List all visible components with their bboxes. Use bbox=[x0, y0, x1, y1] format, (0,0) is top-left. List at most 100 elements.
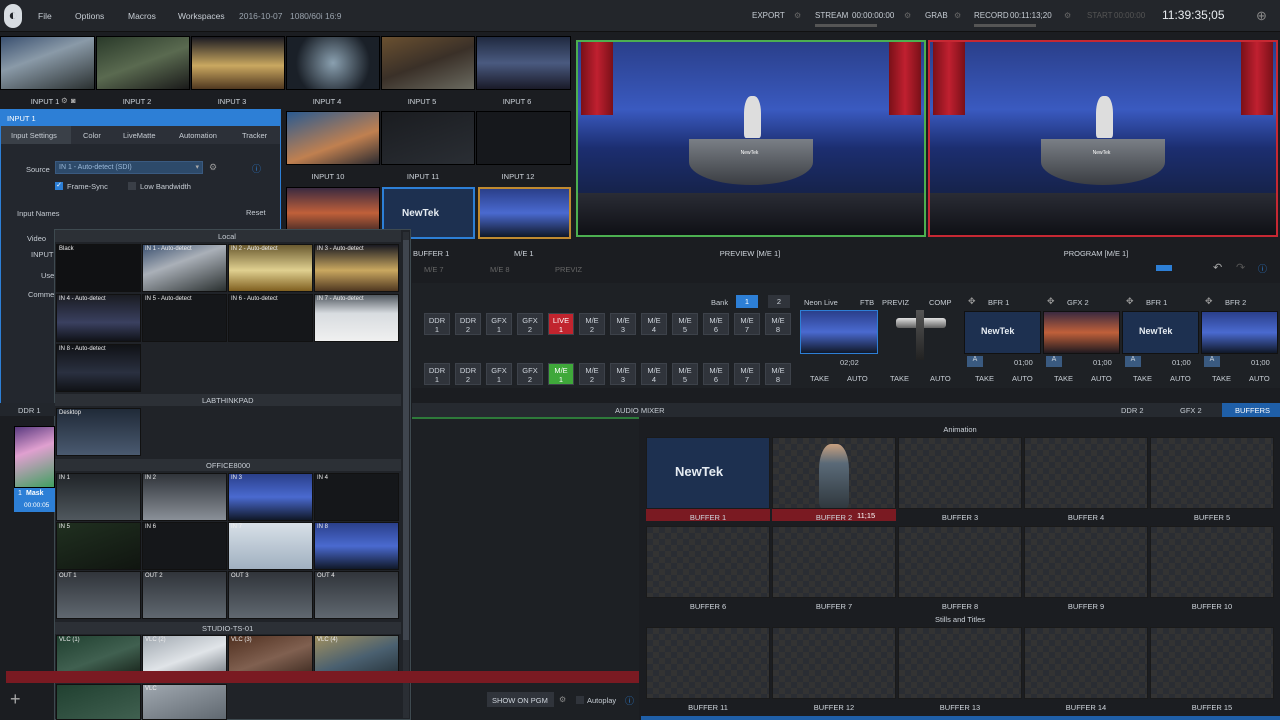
row2-button-1[interactable]: DDR 1 bbox=[424, 363, 450, 385]
tab-ddr2[interactable]: DDR 2 bbox=[1121, 406, 1144, 415]
buffer-1[interactable]: NewTek BUFFER 1 bbox=[646, 437, 770, 523]
dsk-auto-button[interactable]: AUTO bbox=[1249, 374, 1270, 383]
source-select[interactable]: IN 1 - Auto-detect (SDI) ▾ bbox=[55, 161, 203, 174]
export-gear-icon[interactable]: ⚙ bbox=[794, 11, 801, 20]
tab-input-settings[interactable]: Input Settings bbox=[11, 131, 57, 140]
show-on-pgm-button[interactable]: SHOW ON PGM bbox=[487, 692, 554, 707]
row1-button-6[interactable]: M/E 2 bbox=[579, 313, 605, 335]
input-11-label[interactable]: INPUT 11 bbox=[398, 172, 448, 181]
buffer-6[interactable]: BUFFER 6 bbox=[646, 526, 770, 612]
dsk-a-badge[interactable]: A bbox=[1046, 356, 1062, 367]
autoplay-info-icon[interactable]: ⓘ bbox=[625, 694, 634, 707]
comp-label[interactable]: COMP bbox=[929, 298, 952, 307]
source-office-in3[interactable]: IN 3 bbox=[228, 473, 313, 521]
undo-icon[interactable]: ↶ bbox=[1213, 261, 1222, 274]
input-10-thumb[interactable] bbox=[286, 111, 380, 165]
input-4-label[interactable]: INPUT 4 bbox=[303, 97, 351, 106]
dsk-label[interactable]: BFR 2 bbox=[1225, 298, 1246, 307]
grab-gear-icon[interactable]: ⚙ bbox=[954, 11, 961, 20]
menu-file[interactable]: File bbox=[38, 11, 52, 21]
low-bandwidth-checkbox[interactable] bbox=[128, 182, 136, 190]
dsk-auto-button[interactable]: AUTO bbox=[1091, 374, 1112, 383]
source-office-in7[interactable]: IN 7 bbox=[228, 522, 313, 570]
me-tab-8[interactable]: M/E 8 bbox=[490, 265, 510, 274]
me-tab-7[interactable]: M/E 7 bbox=[424, 265, 444, 274]
start-button[interactable]: START bbox=[1087, 11, 1112, 20]
input-5-thumb[interactable] bbox=[381, 36, 475, 90]
dsk-a-badge[interactable]: A bbox=[1125, 356, 1141, 367]
row2-button-7[interactable]: M/E 3 bbox=[610, 363, 636, 385]
input-3-thumb[interactable] bbox=[191, 36, 285, 90]
menu-workspaces[interactable]: Workspaces bbox=[178, 11, 225, 21]
row1-button-10[interactable]: M/E 6 bbox=[703, 313, 729, 335]
info-icon[interactable]: ⓘ bbox=[1258, 262, 1267, 275]
source-office-in2[interactable]: IN 2 bbox=[142, 473, 227, 521]
dsk-take-button[interactable]: TAKE bbox=[1054, 374, 1073, 383]
row1-button-9[interactable]: M/E 5 bbox=[672, 313, 698, 335]
frame-sync-checkbox[interactable]: ✓ bbox=[55, 182, 63, 190]
source-info-icon[interactable]: ⓘ bbox=[252, 162, 261, 175]
tricaster-logo-icon[interactable]: ◐ bbox=[4, 4, 22, 28]
browser-scrollbar[interactable] bbox=[403, 232, 409, 718]
buffer-13[interactable]: BUFFER 13 bbox=[898, 627, 1022, 713]
me-tab-previz[interactable]: PREVIZ bbox=[555, 265, 582, 274]
buffer-9[interactable]: BUFFER 9 bbox=[1024, 526, 1148, 612]
row2-button-4[interactable]: GFX 2 bbox=[517, 363, 543, 385]
dsk-thumb[interactable] bbox=[1201, 311, 1278, 354]
input-2-label[interactable]: INPUT 2 bbox=[113, 97, 161, 106]
dsk-label[interactable]: BFR 1 bbox=[988, 298, 1009, 307]
source-in2[interactable]: IN 2 - Auto-detect bbox=[228, 244, 313, 292]
source-office-out1[interactable]: OUT 1 bbox=[56, 571, 141, 619]
dsk-thumb[interactable]: NewTek bbox=[1122, 311, 1199, 354]
row1-button-12[interactable]: M/E 8 bbox=[765, 313, 791, 335]
row1-button-8[interactable]: M/E 4 bbox=[641, 313, 667, 335]
buffer-12[interactable]: BUFFER 12 bbox=[772, 627, 896, 713]
dsk-label[interactable]: BFR 1 bbox=[1146, 298, 1167, 307]
reset-button[interactable]: Reset bbox=[246, 208, 266, 217]
source-in7[interactable]: IN 7 - Auto-detect bbox=[314, 294, 399, 342]
dsk-take-button[interactable]: TAKE bbox=[1212, 374, 1231, 383]
move-icon[interactable]: ✥ bbox=[1126, 296, 1134, 307]
ddr1-tab[interactable]: DDR 1 bbox=[0, 403, 55, 416]
input-6-label[interactable]: INPUT 6 bbox=[493, 97, 541, 106]
record-button[interactable]: RECORD bbox=[974, 11, 1009, 20]
source-in3[interactable]: IN 3 - Auto-detect bbox=[314, 244, 399, 292]
stream-gear-icon[interactable]: ⚙ bbox=[904, 11, 911, 20]
neon-auto-button[interactable]: AUTO bbox=[847, 374, 868, 383]
buffer-8[interactable]: BUFFER 8 bbox=[898, 526, 1022, 612]
row1-button-3[interactable]: GFX 1 bbox=[486, 313, 512, 335]
buffer-3[interactable]: BUFFER 3 bbox=[898, 437, 1022, 523]
buffer-10[interactable]: BUFFER 10 bbox=[1150, 526, 1274, 612]
row2-button-12[interactable]: M/E 8 bbox=[765, 363, 791, 385]
source-black[interactable]: Black bbox=[56, 244, 141, 292]
bank-2-button[interactable]: 2 bbox=[768, 295, 790, 308]
row1-button-4[interactable]: GFX 2 bbox=[517, 313, 543, 335]
row1-button-1[interactable]: DDR 1 bbox=[424, 313, 450, 335]
source-in1[interactable]: IN 1 - Auto-detect bbox=[142, 244, 227, 292]
input-5-label[interactable]: INPUT 5 bbox=[398, 97, 446, 106]
neon-live-thumb[interactable] bbox=[800, 310, 878, 354]
input-panel-titlebar[interactable]: INPUT 1 bbox=[1, 110, 280, 126]
row1-button-7[interactable]: M/E 3 bbox=[610, 313, 636, 335]
source-office-in5[interactable]: IN 5 bbox=[56, 522, 141, 570]
buffer-5[interactable]: BUFFER 5 bbox=[1150, 437, 1274, 523]
source-office-in8[interactable]: IN 8 bbox=[314, 522, 399, 570]
source-office-out4[interactable]: OUT 4 bbox=[314, 571, 399, 619]
tab-automation[interactable]: Automation bbox=[179, 131, 217, 140]
source-office-in4[interactable]: IN 4 bbox=[314, 473, 399, 521]
dsk-auto-button[interactable]: AUTO bbox=[1170, 374, 1191, 383]
source-vlc5[interactable] bbox=[56, 684, 141, 720]
ab-indicator[interactable] bbox=[1156, 265, 1172, 271]
autoplay-checkbox[interactable] bbox=[576, 696, 584, 704]
menu-macros[interactable]: Macros bbox=[128, 11, 156, 21]
source-office-out2[interactable]: OUT 2 bbox=[142, 571, 227, 619]
dsk-a-badge[interactable]: A bbox=[967, 356, 983, 367]
buffer-15[interactable]: BUFFER 15 bbox=[1150, 627, 1274, 713]
dsk-auto-button[interactable]: AUTO bbox=[1012, 374, 1033, 383]
row1-button-2[interactable]: DDR 2 bbox=[455, 313, 481, 335]
source-vlc6[interactable]: VLC bbox=[142, 684, 227, 720]
input-3-label[interactable]: INPUT 3 bbox=[208, 97, 256, 106]
camera-icon[interactable]: ◙ bbox=[71, 96, 76, 105]
neon-take-button[interactable]: TAKE bbox=[810, 374, 829, 383]
input-6-thumb[interactable] bbox=[476, 36, 571, 90]
